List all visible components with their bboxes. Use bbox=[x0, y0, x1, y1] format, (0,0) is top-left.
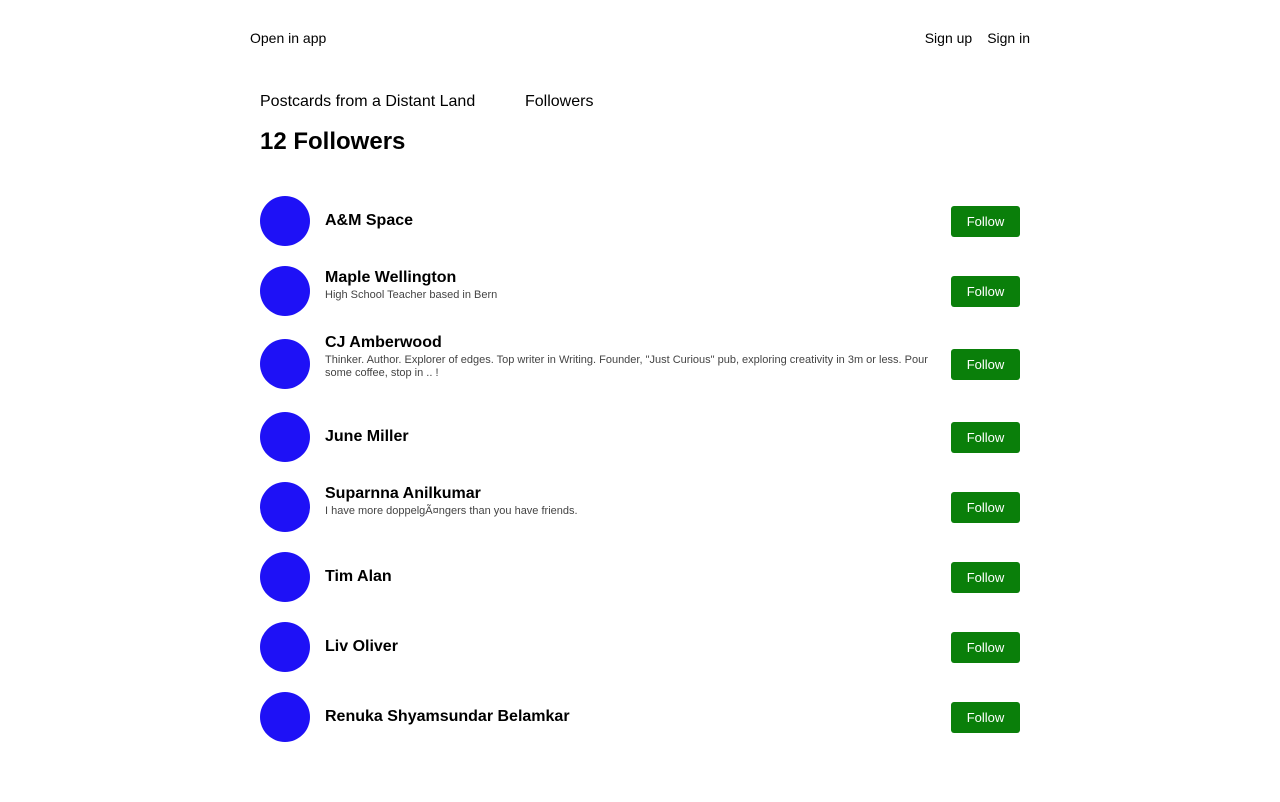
auth-links: Sign up Sign in bbox=[925, 30, 1030, 46]
follower-row: Renuka Shyamsundar Belamkar Follow bbox=[260, 692, 1020, 762]
follower-bio: High School Teacher based in Bern bbox=[325, 289, 498, 301]
publication-link[interactable]: Postcards from a Distant Land bbox=[260, 93, 525, 111]
avatar[interactable] bbox=[260, 412, 310, 462]
follower-info: Suparnna Anilkumar I have more doppelgÃ¤n… bbox=[325, 484, 935, 518]
avatar[interactable] bbox=[260, 552, 310, 602]
follower-name[interactable]: June Miller bbox=[325, 427, 935, 447]
page-title: 12 Followers bbox=[260, 128, 406, 155]
follower-name[interactable]: Liv Oliver bbox=[325, 637, 935, 657]
follower-info: CJ Amberwood Thinker. Author. Explorer of… bbox=[325, 333, 935, 380]
follow-button[interactable]: Follow bbox=[951, 562, 1020, 593]
follower-name[interactable]: Tim Alan bbox=[325, 567, 935, 587]
follower-info: A&M Space bbox=[325, 211, 935, 231]
follower-row: A&M Space Follow bbox=[260, 196, 1020, 266]
follower-name[interactable]: Suparnna Anilkumar bbox=[325, 484, 935, 504]
follow-button[interactable]: Follow bbox=[951, 349, 1020, 380]
follower-name[interactable]: Renuka Shyamsundar Belamkar bbox=[325, 707, 935, 727]
follower-row: Tim Alan Follow bbox=[260, 552, 1020, 622]
follower-row: Maple Wellington High School Teacher base… bbox=[260, 266, 1020, 339]
follower-info: June Miller bbox=[325, 427, 935, 447]
follow-button[interactable]: Follow bbox=[951, 206, 1020, 237]
followers-link[interactable]: Followers bbox=[525, 93, 593, 111]
follower-info: Renuka Shyamsundar Belamkar bbox=[325, 707, 935, 727]
follow-button[interactable]: Follow bbox=[951, 492, 1020, 523]
follower-bio: I have more doppelgÃ¤ngers than you have… bbox=[325, 505, 578, 517]
follower-row: CJ Amberwood Thinker. Author. Explorer of… bbox=[260, 334, 1020, 412]
follower-row: June Miller Follow bbox=[260, 412, 1020, 482]
follower-bio: Thinker. Author. Explorer of edges. Top … bbox=[325, 354, 928, 379]
follower-name[interactable]: Maple Wellington bbox=[325, 268, 935, 288]
follow-button[interactable]: Follow bbox=[951, 276, 1020, 307]
follower-info: Tim Alan bbox=[325, 567, 935, 587]
follower-info: Liv Oliver bbox=[325, 637, 935, 657]
sign-in-link[interactable]: Sign in bbox=[987, 30, 1030, 46]
breadcrumb: Postcards from a Distant Land Followers bbox=[260, 93, 593, 111]
avatar[interactable] bbox=[260, 266, 310, 316]
follower-row: Liv Oliver Follow bbox=[260, 622, 1020, 692]
follower-name[interactable]: CJ Amberwood bbox=[325, 333, 935, 353]
avatar[interactable] bbox=[260, 196, 310, 246]
top-bar: Open in app Sign up Sign in bbox=[250, 30, 1030, 50]
avatar[interactable] bbox=[260, 482, 310, 532]
avatar[interactable] bbox=[260, 692, 310, 742]
follower-info: Maple Wellington High School Teacher base… bbox=[325, 268, 935, 302]
follower-row: Suparnna Anilkumar I have more doppelgÃ¤n… bbox=[260, 482, 1020, 552]
open-in-app-link[interactable]: Open in app bbox=[250, 30, 326, 46]
follow-button[interactable]: Follow bbox=[951, 702, 1020, 733]
avatar[interactable] bbox=[260, 339, 310, 389]
follow-button[interactable]: Follow bbox=[951, 632, 1020, 663]
sign-up-link[interactable]: Sign up bbox=[925, 30, 972, 46]
follow-button[interactable]: Follow bbox=[951, 422, 1020, 453]
avatar[interactable] bbox=[260, 622, 310, 672]
follower-name[interactable]: A&M Space bbox=[325, 211, 935, 231]
follower-list: A&M Space Follow Maple Wellington High Scho… bbox=[260, 196, 1020, 762]
